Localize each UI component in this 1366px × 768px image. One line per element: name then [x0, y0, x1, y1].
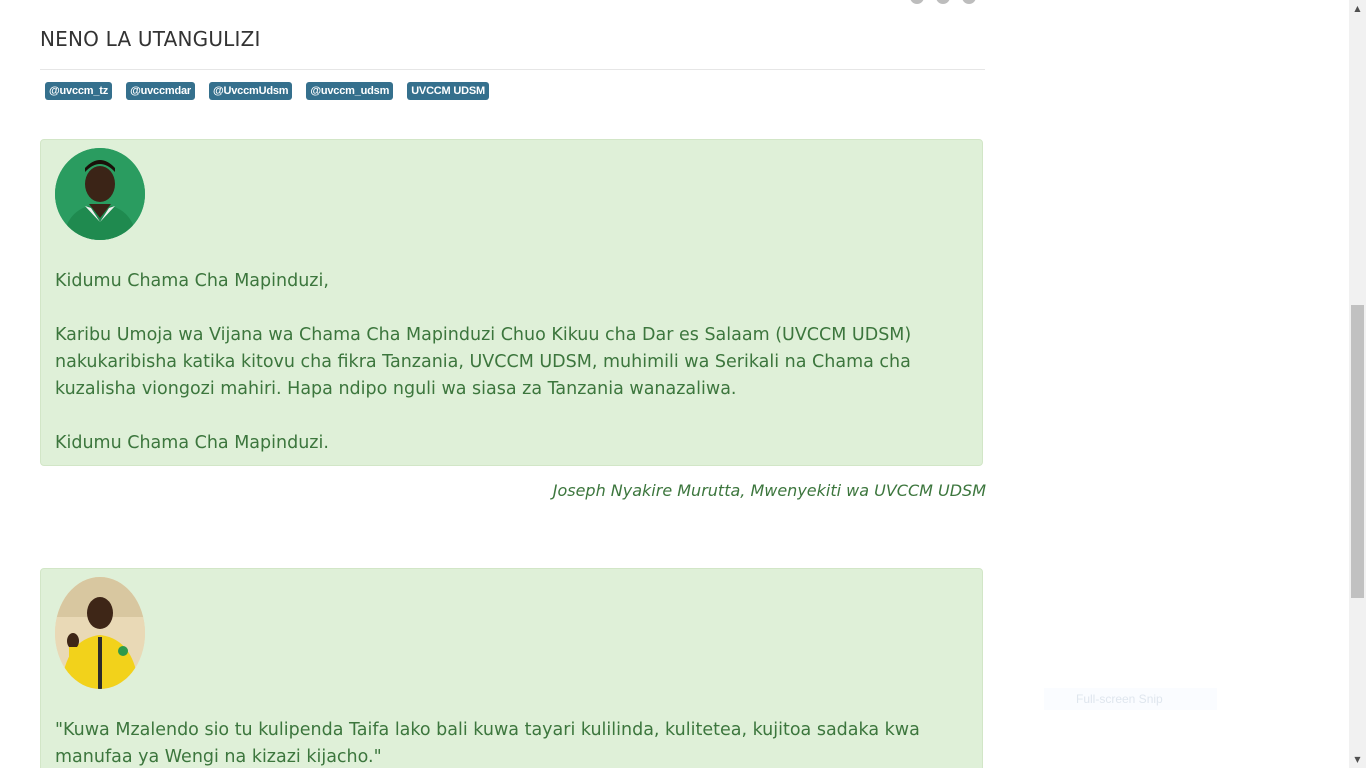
member-avatar — [55, 577, 145, 689]
page: NENO LA UTANGULIZI @uvccm_tz @uvccmdar @… — [0, 0, 1366, 768]
hashtag-list: @uvccm_tz @uvccmdar @UvccmUdsm @uvccm_ud… — [45, 82, 489, 100]
carousel-dot[interactable] — [910, 0, 924, 4]
tag-uvccm-udsm[interactable]: @uvccm_udsm — [306, 82, 394, 100]
chairman-message-text: Kidumu Chama Cha Mapinduzi, Karibu Umoja… — [55, 268, 942, 484]
chairman-avatar — [55, 148, 145, 240]
carousel-dot[interactable] — [936, 0, 950, 4]
scrollbar-thumb[interactable] — [1351, 305, 1364, 598]
chairman-signature: Joseph Nyakire Murutta, Mwenyekiti wa UV… — [552, 481, 986, 500]
quote-text: "Kuwa Mzalendo sio tu kulipenda Taifa la… — [55, 717, 942, 768]
greeting-text: Kidumu Chama Cha Mapinduzi, — [55, 271, 329, 291]
vertical-scrollbar[interactable]: ▲ ▼ — [1349, 0, 1366, 768]
tag-uvccm-tz[interactable]: @uvccm_tz — [45, 82, 113, 100]
carousel-dot[interactable] — [962, 0, 976, 4]
closing-text: Kidumu Chama Cha Mapinduzi. — [55, 433, 329, 453]
tag-uvccmudsm[interactable]: @UvccmUdsm — [208, 82, 293, 100]
scroll-down-arrow-icon[interactable]: ▼ — [1349, 751, 1366, 768]
chairman-message-card: Kidumu Chama Cha Mapinduzi, Karibu Umoja… — [40, 139, 983, 466]
section-heading: NENO LA UTANGULIZI — [40, 27, 261, 51]
heading-divider — [40, 69, 985, 70]
full-screen-snip-overlay[interactable]: Full-screen Snip — [1044, 688, 1217, 710]
tag-uvccm-udsm-label[interactable]: UVCCM UDSM — [407, 82, 489, 100]
person-photo-icon — [55, 577, 145, 689]
patriotism-quote: "Kuwa Mzalendo sio tu kulipenda Taifa la… — [55, 720, 920, 767]
welcome-body-text: Karibu Umoja wa Vijana wa Chama Cha Mapi… — [55, 325, 912, 399]
quote-card: "Kuwa Mzalendo sio tu kulipenda Taifa la… — [40, 568, 983, 768]
person-photo-icon — [55, 148, 145, 240]
tag-uvccmdar[interactable]: @uvccmdar — [126, 82, 195, 100]
scroll-up-arrow-icon[interactable]: ▲ — [1349, 0, 1366, 17]
carousel-dots — [910, 0, 976, 4]
